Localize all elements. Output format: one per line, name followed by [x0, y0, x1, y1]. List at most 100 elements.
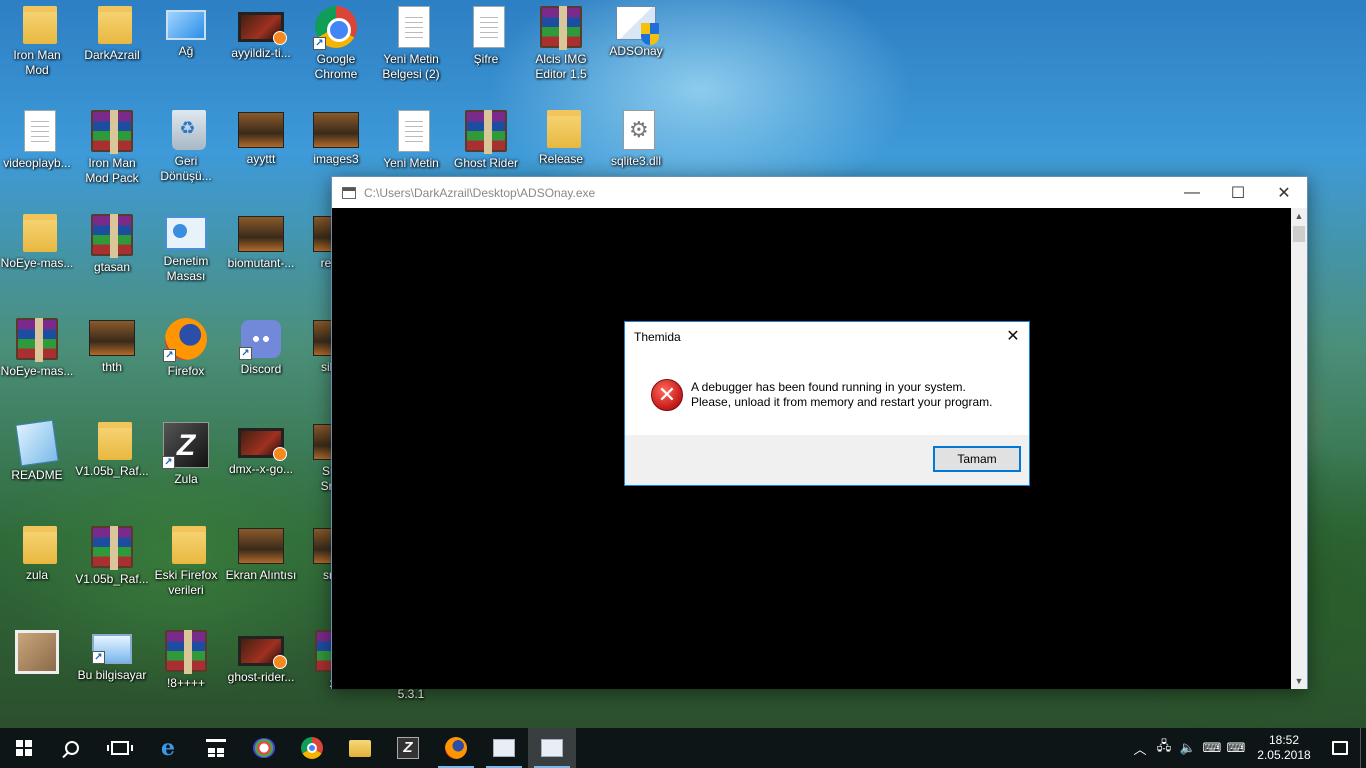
- desktop-icon[interactable]: V1.05b_Raf...: [75, 416, 149, 516]
- search-icon: [65, 741, 79, 755]
- window-icon: [493, 739, 515, 757]
- desktop-icon[interactable]: thth: [75, 312, 149, 412]
- folder-icon: [22, 214, 57, 252]
- desktop-icon[interactable]: [0, 624, 74, 724]
- desktop-icon[interactable]: NoEye-mas...: [0, 208, 74, 308]
- chevron-up-icon[interactable]: ︿: [1128, 728, 1152, 768]
- desktop-icon[interactable]: README: [0, 416, 74, 516]
- desktop-icon-label: Firefox: [167, 364, 205, 378]
- clock[interactable]: 18:52 2.05.2018: [1248, 733, 1320, 763]
- maximize-button[interactable]: ☐: [1215, 177, 1261, 208]
- action-center-button[interactable]: [1320, 728, 1360, 768]
- desktop-icon[interactable]: ↗ Firefox: [149, 312, 223, 412]
- desktop-icon-label: Geri Dönüşü...: [160, 154, 212, 183]
- desktop-icon[interactable]: Denetim Masası: [149, 208, 223, 308]
- minimize-button[interactable]: —: [1169, 177, 1215, 208]
- firefox-icon: [445, 737, 467, 759]
- desktop-icon[interactable]: ↗ Google Chrome: [299, 0, 373, 100]
- desktop-icon[interactable]: videoplayb...: [0, 104, 74, 204]
- console-titlebar[interactable]: C:\Users\DarkAzrail\Desktop\ADSOnay.exe …: [332, 177, 1307, 208]
- desktop-icon-label: Zula: [174, 472, 198, 486]
- shortcut-arrow-icon: ↗: [162, 456, 175, 469]
- desktop-icon[interactable]: dmx--x-go...: [224, 416, 298, 516]
- desktop-icon[interactable]: ayyildiz-ti...: [224, 0, 298, 100]
- desktop-icon[interactable]: Alcis IMG Editor 1.5: [524, 0, 598, 100]
- control-panel-icon: [165, 216, 207, 250]
- desktop-icon-label: Bu bilgisayar: [77, 668, 147, 682]
- desktop-icon[interactable]: Geri Dönüşü...: [149, 104, 223, 204]
- desktop-icon-label: videoplayb...: [3, 156, 71, 170]
- video-icon: [238, 12, 287, 45]
- archive-icon: [91, 110, 133, 154]
- desktop-icon[interactable]: ayyttt: [224, 104, 298, 204]
- image-icon: [238, 216, 284, 252]
- shield-app-icon: [616, 6, 659, 45]
- desktop-icon-label: ayyttt: [246, 152, 276, 166]
- desktop-icon[interactable]: ↗ Discord: [224, 312, 298, 412]
- taskbar-chrome[interactable]: [288, 728, 336, 768]
- desktop-icon-label: dmx--x-go...: [228, 462, 293, 476]
- archive-icon: [91, 214, 133, 258]
- scroll-down-icon[interactable]: ▼: [1291, 673, 1307, 689]
- folder-icon: [97, 422, 132, 460]
- image-icon: [313, 112, 359, 148]
- desktop-icon[interactable]: Z ↗ Zula: [149, 416, 223, 516]
- desktop-icon-label: thth: [101, 360, 122, 374]
- desktop-icon[interactable]: Ekran Alıntısı: [224, 520, 298, 620]
- vertical-scrollbar[interactable]: ▲ ▼: [1291, 208, 1307, 689]
- desktop-icon[interactable]: Ağ: [149, 0, 223, 100]
- desktop-icon-label: V1.05b_Raf...: [75, 464, 149, 478]
- desktop-icon-label: DarkAzrail: [84, 48, 140, 62]
- close-button[interactable]: ✕: [1261, 177, 1307, 208]
- desktop-icon[interactable]: Yeni Metin Belgesi (2): [374, 0, 448, 100]
- folder-icon: [349, 739, 371, 757]
- desktop-icon[interactable]: ADSOnay: [599, 0, 673, 100]
- taskbar-zula[interactable]: Z: [384, 728, 432, 768]
- play-icon: [273, 31, 287, 45]
- desktop-icon[interactable]: biomutant-...: [224, 208, 298, 308]
- ime-icon[interactable]: ⌨: [1200, 728, 1224, 768]
- desktop-icon-label: !8++++: [166, 676, 206, 690]
- video-icon: [238, 636, 287, 669]
- desktop-icon[interactable]: Iron Man Mod Pack: [75, 104, 149, 204]
- taskbar-file-explorer[interactable]: [336, 728, 384, 768]
- task-view-button[interactable]: [96, 728, 144, 768]
- desktop-icon[interactable]: Eski Firefox verileri: [149, 520, 223, 620]
- taskbar-edge[interactable]: e: [144, 728, 192, 768]
- desktop-icon[interactable]: DarkAzrail: [75, 0, 149, 100]
- desktop-icon[interactable]: !8++++: [149, 624, 223, 724]
- error-icon: ✕: [651, 379, 683, 411]
- taskbar-firefox[interactable]: [432, 728, 480, 768]
- clock-date: 2.05.2018: [1257, 748, 1311, 762]
- desktop-icon[interactable]: gtasan: [75, 208, 149, 308]
- dll-icon: [623, 110, 655, 150]
- taskbar-adsonay-console[interactable]: [528, 728, 576, 768]
- scroll-thumb[interactable]: [1293, 226, 1305, 242]
- taskbar-paint[interactable]: [240, 728, 288, 768]
- start-button[interactable]: [0, 728, 48, 768]
- ok-button[interactable]: Tamam: [933, 446, 1021, 472]
- volume-icon[interactable]: 🔈: [1176, 728, 1200, 768]
- recycle-bin-icon: [171, 110, 206, 150]
- themida-dialog: Themida ✕ ✕ A debugger has been found ru…: [624, 321, 1030, 486]
- desktop-icon[interactable]: ghost-rider...: [224, 624, 298, 724]
- taskbar-window[interactable]: [480, 728, 528, 768]
- search-button[interactable]: [48, 728, 96, 768]
- desktop-icon-label: images3: [313, 152, 359, 166]
- desktop-icon[interactable]: ↗ Bu bilgisayar: [75, 624, 149, 724]
- scroll-up-icon[interactable]: ▲: [1291, 208, 1307, 224]
- desktop-icon[interactable]: zula: [0, 520, 74, 620]
- desktop-icon[interactable]: V1.05b_Raf...: [75, 520, 149, 620]
- keyboard-icon[interactable]: ⌨: [1224, 728, 1248, 768]
- desktop-icon[interactable]: Iron Man Mod: [0, 0, 74, 100]
- video-icon: [238, 428, 287, 461]
- desktop-icon[interactable]: Şifre: [449, 0, 523, 100]
- network-icon[interactable]: 🖧: [1152, 728, 1176, 768]
- dialog-close-button[interactable]: ✕: [997, 322, 1029, 352]
- folder-icon: [22, 526, 57, 564]
- taskbar-store[interactable]: [192, 728, 240, 768]
- show-desktop-button[interactable]: [1360, 728, 1366, 768]
- zula-icon: Z: [397, 737, 419, 759]
- desktop-icon[interactable]: NoEye-mas...: [0, 312, 74, 412]
- network-icon: [166, 10, 206, 40]
